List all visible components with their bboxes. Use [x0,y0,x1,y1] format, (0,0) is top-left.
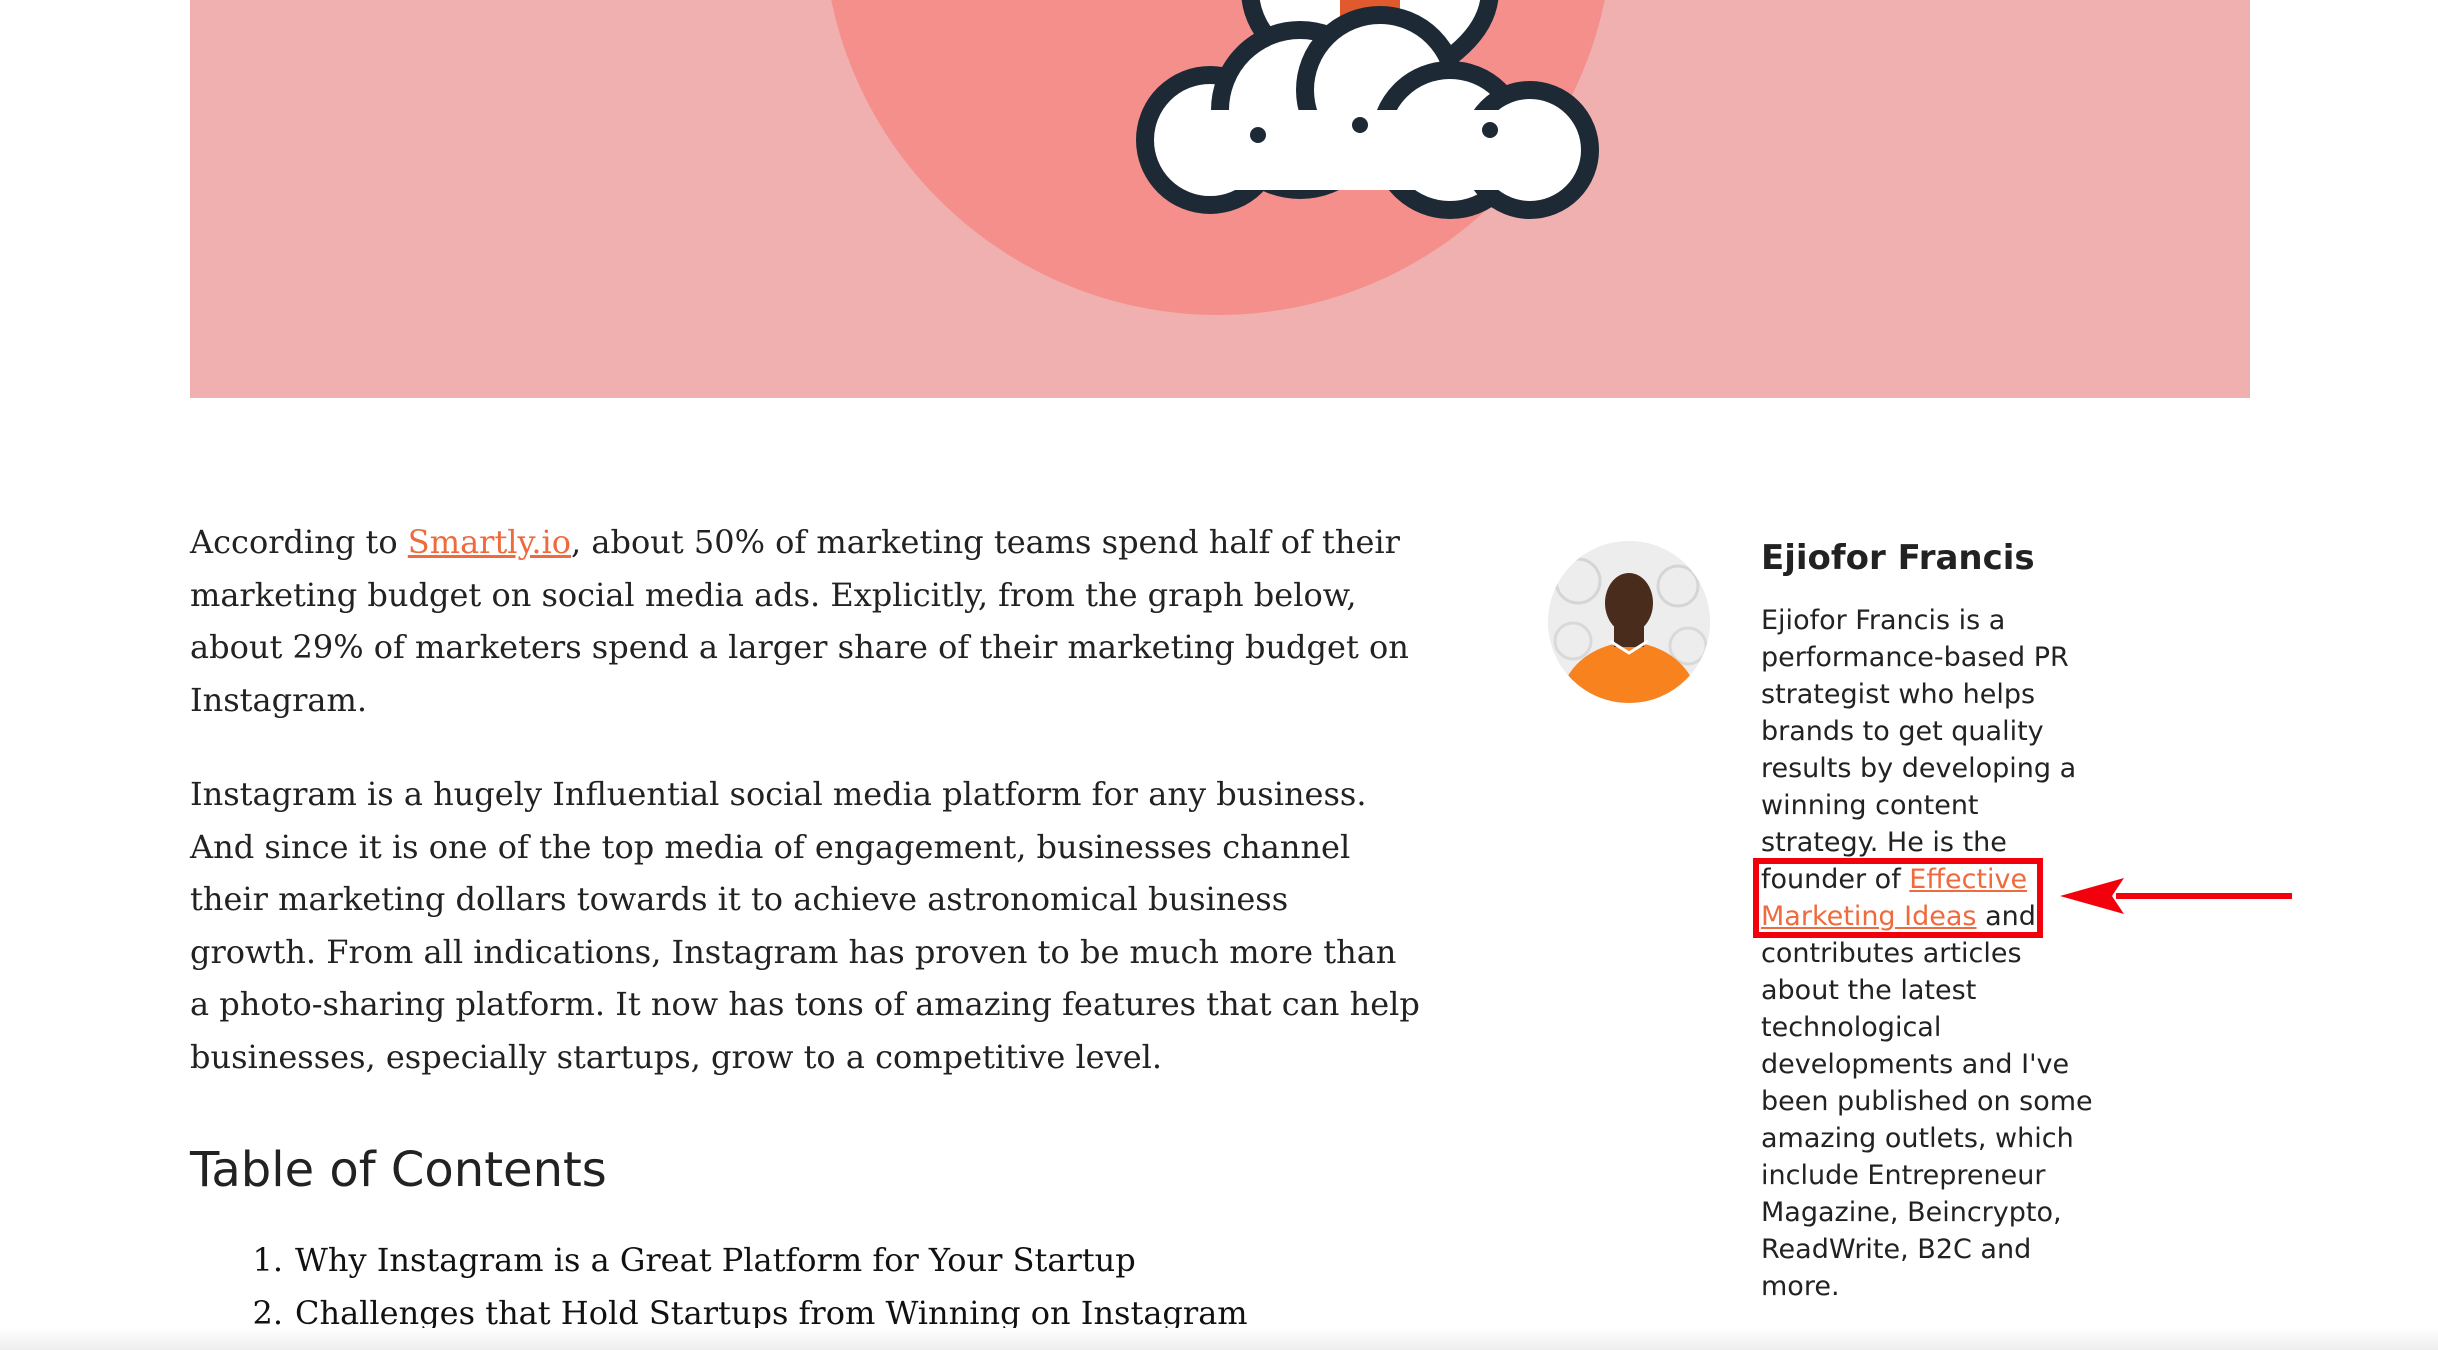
smartly-link[interactable]: Smartly.io [408,523,571,561]
rocket-illustration [831,0,1605,315]
toc-item[interactable]: 1. Why Instagram is a Great Platform for… [190,1234,1248,1287]
article-paragraph-1: According to Smartly.io, about 50% of ma… [190,516,1420,726]
author-avatar [1548,541,1710,703]
toc-list: 1. Why Instagram is a Great Platform for… [190,1234,1248,1340]
toc-item-label[interactable]: Why Instagram is a Great Platform for Yo… [295,1234,1136,1287]
bottom-edge [0,1328,2438,1350]
author-name: Ejiofor Francis [1761,538,2035,578]
toc-item-number: 1. [252,1241,283,1279]
author-bio: Ejiofor Francis is a performance-based P… [1761,602,2101,1305]
annotation-arrow-icon [2060,878,2292,914]
article-body: According to Smartly.io, about 50% of ma… [190,516,1420,1083]
author-photo [1548,541,1710,703]
author-bio-text: Ejiofor Francis is a performance-based P… [1761,605,2077,895]
author-bio-text: and contributes articles about the lates… [1761,901,2093,1302]
article-paragraph-2: Instagram is a hugely Influential social… [190,775,1420,1076]
annotation-highlight-box [1753,858,2043,938]
hero-banner [190,0,2250,398]
toc-title: Table of Contents [190,1142,607,1198]
paragraph-text: According to [190,523,408,561]
